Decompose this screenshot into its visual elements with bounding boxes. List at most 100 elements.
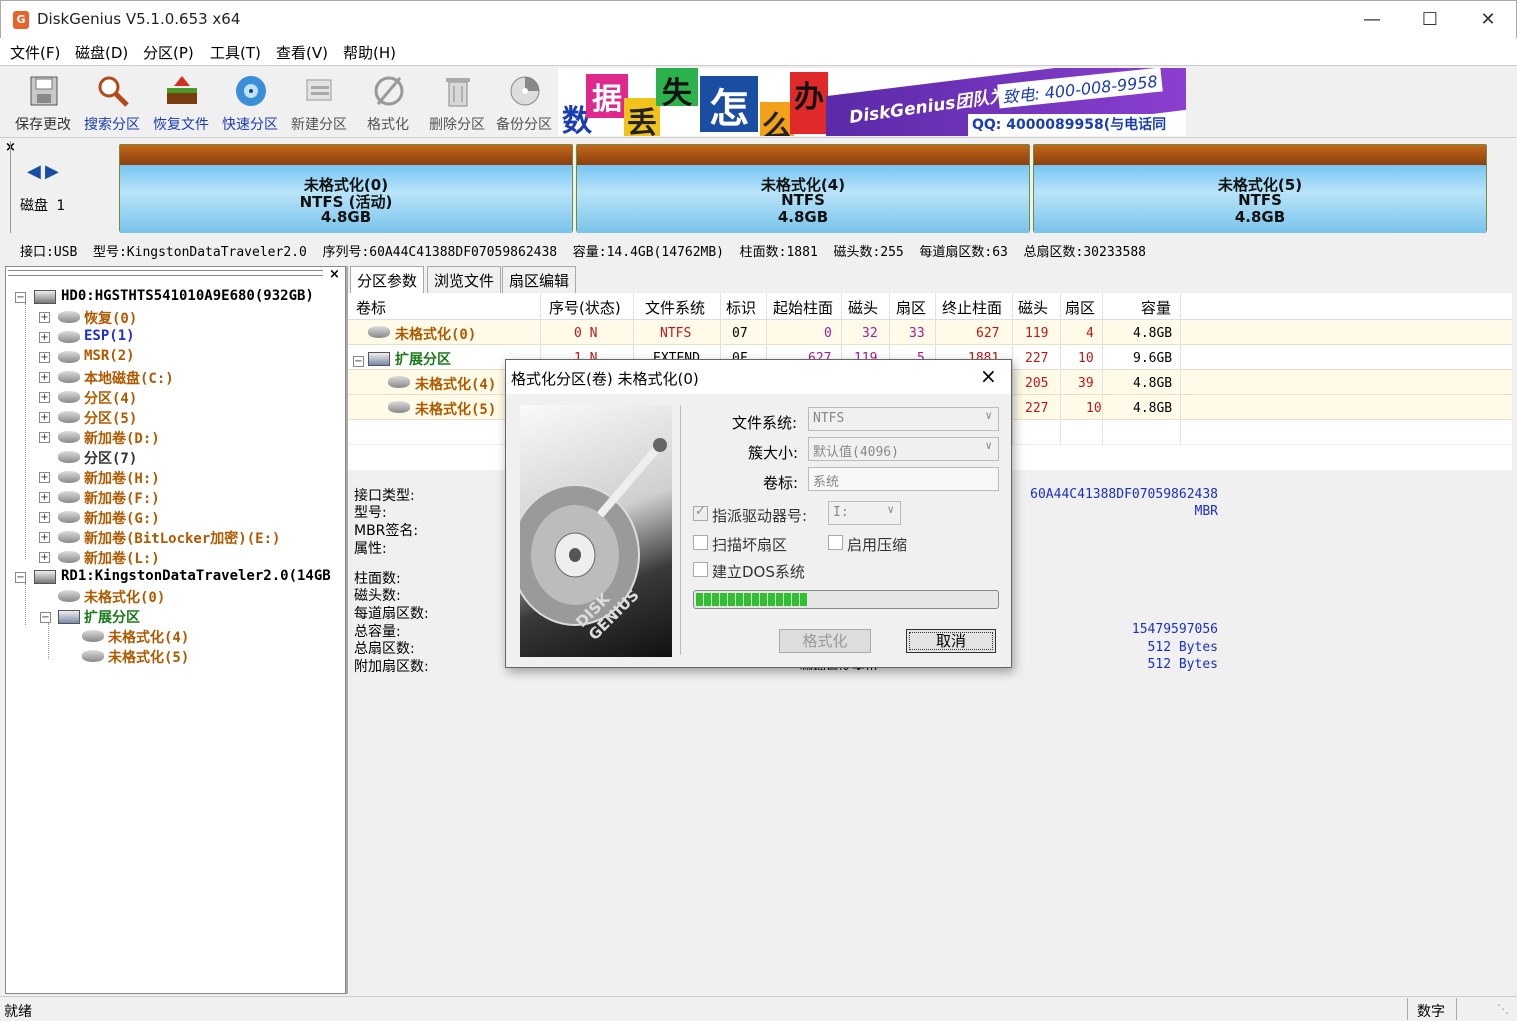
fs-select[interactable]: NTFS ∨ — [808, 407, 999, 431]
tree-node-rd1-unformatted0[interactable]: 未格式化(0) — [84, 587, 165, 607]
tab-partition-params[interactable]: 分区参数 — [350, 266, 425, 293]
cancel-button[interactable]: 取消 — [906, 629, 996, 653]
format-button-dialog[interactable]: 格式化 — [779, 629, 871, 653]
cluster-select[interactable]: 默认值(4096) ∨ — [808, 437, 999, 461]
search-partition-button[interactable]: 搜索分区 — [78, 66, 146, 138]
tree-expand-toggle[interactable]: + — [39, 492, 50, 503]
tree-expand-toggle[interactable]: + — [39, 472, 50, 483]
col-start-head[interactable]: 磁头 — [848, 297, 878, 318]
menu-help[interactable]: 帮助(H) — [343, 42, 396, 63]
menu-view[interactable]: 查看(V) — [276, 42, 328, 63]
menu-tools[interactable]: 工具(T) — [210, 42, 261, 63]
tree-node-partition[interactable]: 本地磁盘(C:) — [84, 368, 174, 388]
assign-drive-letter-checkbox[interactable]: ✓ — [693, 504, 708, 521]
tree-close-icon[interactable]: × — [329, 267, 340, 282]
col-start-sector[interactable]: 扇区 — [896, 297, 926, 318]
scan-bad-sectors-label: 扫描坏扇区 — [712, 536, 788, 554]
tree-node-partition[interactable]: 新加卷(H:) — [84, 468, 160, 488]
minimize-button[interactable]: — — [1343, 1, 1401, 39]
tree-node-unformatted5[interactable]: 未格式化(5) — [108, 647, 189, 667]
tree-expand-toggle[interactable]: + — [39, 372, 50, 383]
resize-grip-icon[interactable]: ⋱ — [1497, 1002, 1509, 1016]
enable-compression-label: 启用压缩 — [847, 536, 908, 554]
partition-block[interactable]: 未格式化(0) NTFS (活动) 4.8GB — [119, 144, 573, 233]
checkmark-icon: ✓ — [695, 504, 706, 519]
extended-partition-icon — [368, 352, 390, 366]
tree-expand-toggle[interactable]: + — [39, 412, 50, 423]
scan-bad-sectors-checkbox[interactable] — [693, 535, 708, 550]
tree-collapse-toggle[interactable]: − — [40, 612, 51, 623]
partition-icon — [58, 411, 80, 423]
tree-expand-toggle[interactable]: + — [39, 532, 50, 543]
tree-node-extended[interactable]: 扩展分区 — [84, 607, 140, 627]
dialog-close-icon[interactable]: × — [980, 364, 997, 388]
tab-sector-edit[interactable]: 扇区编辑 — [502, 266, 577, 293]
tree-node-rd1[interactable]: RD1:KingstonDataTraveler2.0(14GB — [61, 568, 331, 584]
tree-expand-toggle[interactable]: + — [39, 432, 50, 443]
col-id[interactable]: 标识 — [726, 297, 756, 318]
tree-node-partition[interactable]: 恢复(0) — [84, 308, 137, 328]
menu-disk[interactable]: 磁盘(D) — [75, 42, 128, 63]
tree-node-partition[interactable]: 新加卷(G:) — [84, 508, 160, 528]
tree-expand-toggle[interactable]: + — [39, 392, 50, 403]
cluster-label: 簇大小: — [748, 444, 799, 462]
partition-block[interactable]: 未格式化(4) NTFS 4.8GB — [576, 144, 1030, 233]
tree-node-hd0[interactable]: HD0:HGSTHTS541010A9E680(932GB) — [61, 288, 314, 304]
tree-expand-toggle[interactable]: + — [39, 352, 50, 363]
recover-files-button[interactable]: 恢复文件 — [147, 66, 215, 138]
col-volume[interactable]: 卷标 — [356, 297, 386, 318]
format-button[interactable]: 格式化 — [354, 66, 422, 138]
promo-banner[interactable]: 数 据 丢 失 怎 么 办 DiskGenius团队为您服务! 致电: 400-… — [558, 68, 1186, 136]
tree-line — [25, 583, 26, 625]
tree-node-partition[interactable]: 新加卷(BitLocker加密)(E:) — [84, 528, 280, 548]
new-partition-button[interactable]: 新建分区 — [285, 66, 353, 138]
partition-fs: NTFS — [1238, 191, 1282, 209]
table-row[interactable] — [348, 320, 1512, 345]
close-window-button[interactable]: ✕ — [1459, 1, 1517, 39]
tree-collapse-toggle[interactable]: − — [15, 572, 26, 583]
drive-letter-select[interactable]: I: ∨ — [828, 501, 901, 525]
enable-compression-checkbox[interactable] — [828, 535, 843, 550]
delete-partition-button[interactable]: 删除分区 — [423, 66, 491, 138]
panel-splitter[interactable] — [346, 266, 348, 994]
next-disk-icon[interactable]: ▶ — [45, 161, 59, 182]
tree-node-partition[interactable]: 新加卷(D:) — [84, 428, 160, 448]
tab-browse-files[interactable]: 浏览文件 — [427, 266, 502, 293]
tree-node-partition[interactable]: 新加卷(F:) — [84, 488, 160, 508]
col-capacity[interactable]: 容量 — [1141, 297, 1171, 318]
tree-collapse-toggle[interactable]: − — [15, 292, 26, 303]
tree-expand-toggle[interactable]: + — [39, 552, 50, 563]
create-dos-checkbox[interactable] — [693, 562, 708, 577]
tree-expand-toggle[interactable]: + — [39, 332, 50, 343]
backup-partition-button[interactable]: 备份分区 — [490, 66, 558, 138]
quick-partition-button[interactable]: 快速分区 — [216, 66, 284, 138]
col-start-cyl[interactable]: 起始柱面 — [773, 297, 833, 318]
volume-input[interactable]: 系统 — [808, 467, 999, 491]
tree-node-partition[interactable]: 分区(5) — [84, 408, 137, 428]
tree-expand-toggle[interactable]: + — [39, 312, 50, 323]
partition-icon — [58, 371, 80, 383]
tree-node-partition[interactable]: 分区(7) — [84, 448, 137, 468]
tree-node-partition[interactable]: ESP(1) — [84, 328, 135, 344]
col-fs[interactable]: 文件系统 — [645, 297, 705, 318]
row-capacity: 4.8GB — [1133, 376, 1173, 391]
col-seq[interactable]: 序号(状态) — [549, 297, 621, 318]
col-end-head[interactable]: 磁头 — [1018, 297, 1048, 318]
col-end-cyl[interactable]: 终止柱面 — [942, 297, 1002, 318]
row-collapse-toggle[interactable]: − — [353, 356, 364, 367]
tree-node-partition[interactable]: 分区(4) — [84, 388, 137, 408]
prev-disk-icon[interactable]: ◀ — [27, 161, 41, 182]
menu-partition[interactable]: 分区(P) — [143, 42, 194, 63]
col-end-sector[interactable]: 扇区 — [1065, 297, 1095, 318]
chevron-down-icon: ∨ — [985, 439, 992, 452]
maximize-button[interactable]: ☐ — [1401, 1, 1459, 39]
menu-file[interactable]: 文件(F) — [10, 42, 60, 63]
tree-node-unformatted4[interactable]: 未格式化(4) — [108, 627, 189, 647]
tree-node-partition[interactable]: 新加卷(L:) — [84, 548, 160, 568]
partition-block[interactable]: 未格式化(5) NTFS 4.8GB — [1033, 144, 1487, 233]
tree-node-partition[interactable]: MSR(2) — [84, 348, 135, 364]
save-changes-button[interactable]: 保存更改 — [9, 66, 77, 138]
row-end-head: 119 — [1025, 326, 1049, 341]
partition-icon — [388, 376, 410, 388]
tree-expand-toggle[interactable]: + — [39, 512, 50, 523]
